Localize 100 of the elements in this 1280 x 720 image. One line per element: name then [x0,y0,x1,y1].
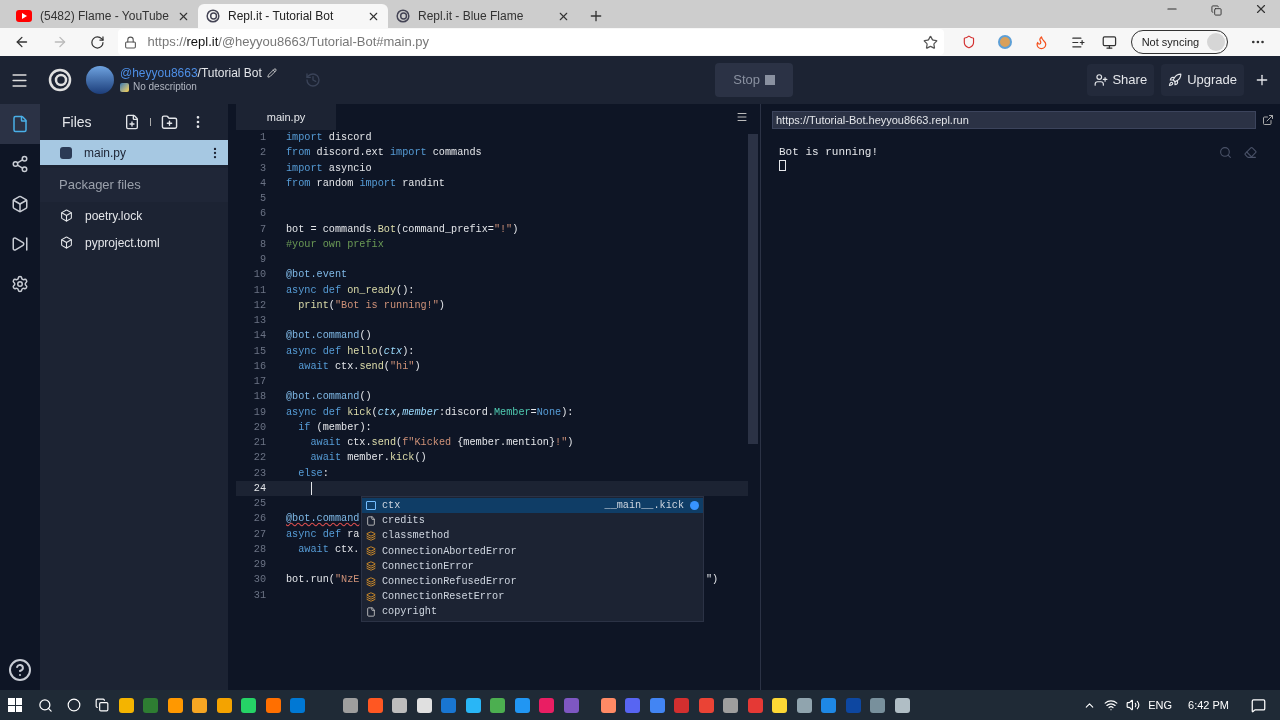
app-icon[interactable] [416,697,432,713]
app-icon[interactable] [265,697,281,713]
code-line: @bot.command() [286,329,372,344]
code-line: async def kick(ctx,member:discord.Member=None): [286,405,574,420]
app-icon[interactable] [465,697,481,713]
sidebar-tab[interactable] [0,104,40,144]
restore-icon[interactable] [1211,5,1222,16]
line-number: 3 [258,161,266,176]
extension-icon[interactable] [998,35,1013,49]
browser-tab[interactable]: Repl.it - Blue Flame [388,4,578,28]
app-icon[interactable] [772,697,787,713]
step-icon [11,235,29,253]
flame-icon[interactable] [1034,34,1049,50]
info-icon[interactable] [690,501,699,511]
console-output: Bot is running! [779,146,880,159]
app-icon[interactable] [216,697,232,713]
reload-icon[interactable] [89,34,105,50]
line-number: 29 [252,558,266,572]
new-tab-icon[interactable] [588,8,604,24]
file-item[interactable]: main.py [40,140,228,165]
section-header[interactable]: Packager files [40,168,228,202]
language-indicator[interactable]: ENG [1148,696,1173,714]
outline-icon[interactable] [736,111,748,123]
repl-title[interactable]: @heyyou8663/Tutorial Bot [120,66,262,80]
new-folder-icon[interactable] [161,113,178,131]
line-number: 11 [252,283,266,298]
add-icon[interactable] [1254,72,1270,88]
url-field[interactable]: https://Tutorial-Bot.heyyou8663.repl.run [772,111,1256,129]
tab-title: Repl.it - Blue Flame [418,8,525,25]
code-line: await ctx.send("hi") [297,359,421,374]
browser-tab[interactable]: (5482) Flame - YouTube [8,4,198,28]
search-icon[interactable] [38,697,53,713]
app-icon[interactable] [600,697,616,713]
app-icon[interactable] [241,697,256,713]
app-icon[interactable] [514,697,530,713]
app-icon[interactable] [490,697,505,713]
code-line: bot = commands.Bot(command_prefix="!") [286,222,519,237]
collections-icon[interactable] [1101,34,1117,50]
code-line: import asyncio [286,161,372,176]
app-icon[interactable] [167,697,183,713]
class-icon [366,530,376,541]
favorite-icon[interactable] [923,34,939,50]
profile-icon [1207,33,1226,51]
url-text: https://repl.it/@heyyou8663/Tutorial-Bot#main.py [147,33,431,52]
suggestion-item[interactable]: ConnectionError [362,558,703,574]
suggestion-item[interactable]: ConnectionAbortedError [362,543,703,559]
line-number: 16 [252,359,266,374]
suggestion-label: ConnectionError [382,559,475,574]
app-icon[interactable] [392,697,407,713]
app-icon[interactable] [343,697,358,713]
circle-icon[interactable] [67,698,81,712]
editor-tab[interactable]: main.py [236,104,336,130]
new-file-icon[interactable] [124,114,140,130]
close-icon[interactable] [1254,2,1268,16]
line-number: 7 [258,222,266,237]
suggestion-item[interactable]: copyright [362,604,703,620]
code-line: @bot.command() [286,390,372,405]
shield-icon[interactable] [962,35,977,49]
suggestion-item[interactable]: classmethod [362,528,703,544]
windows-icon[interactable] [8,698,22,712]
address-bar[interactable]: https://repl.it/@heyyou8663/Tutorial-Bot#main.py [118,29,945,55]
repl-logo-icon [48,68,72,92]
clock[interactable]: 6:42 PM [1188,696,1229,714]
app-icon[interactable] [192,697,207,713]
suggestion-item[interactable]: credits [362,513,703,529]
line-number: 19 [252,405,266,420]
upgrade-button[interactable]: Upgrade [1161,64,1244,96]
document-icon [366,515,376,526]
volume-icon[interactable] [1126,698,1141,712]
code-line: await ctx. [297,542,360,557]
app-icon[interactable] [723,697,738,713]
code-line: if (member): [297,420,372,435]
suggestion-item[interactable]: ctx __main__.kick [362,498,703,514]
notifications-icon[interactable] [1251,697,1266,713]
avatar[interactable] [86,66,114,94]
help-icon[interactable] [8,658,32,682]
file-item[interactable]: poetry.lock [40,202,228,229]
line-number: 28 [252,542,266,557]
app-icon[interactable] [367,697,383,713]
scrollbar-thumb[interactable] [748,134,758,444]
external-link-icon[interactable] [1262,114,1274,126]
line-number: 13 [252,314,266,328]
share-button[interactable]: Share [1087,64,1155,96]
suggestion-item[interactable]: ConnectionResetError [362,589,703,605]
back-icon[interactable] [14,34,30,50]
app-icon[interactable] [894,697,910,713]
app-icon[interactable] [796,697,812,713]
line-number: 20 [252,420,266,435]
network-icon[interactable] [1104,698,1119,712]
repl-description: No description [133,80,197,94]
browser-tab[interactable]: Repl.it - Tutorial Bot [198,4,388,28]
stop-button[interactable]: Stop [715,63,794,97]
task-view-icon[interactable] [95,698,109,712]
code-text: ") [706,573,719,588]
code-line: print("Bot is running!") [297,298,445,313]
suggestion-item[interactable]: ConnectionRefusedError [362,573,703,590]
variable-icon [366,501,376,511]
file-item[interactable]: pyproject.toml [40,229,228,256]
app-icon[interactable] [118,697,134,713]
pencil-icon[interactable] [266,68,277,78]
